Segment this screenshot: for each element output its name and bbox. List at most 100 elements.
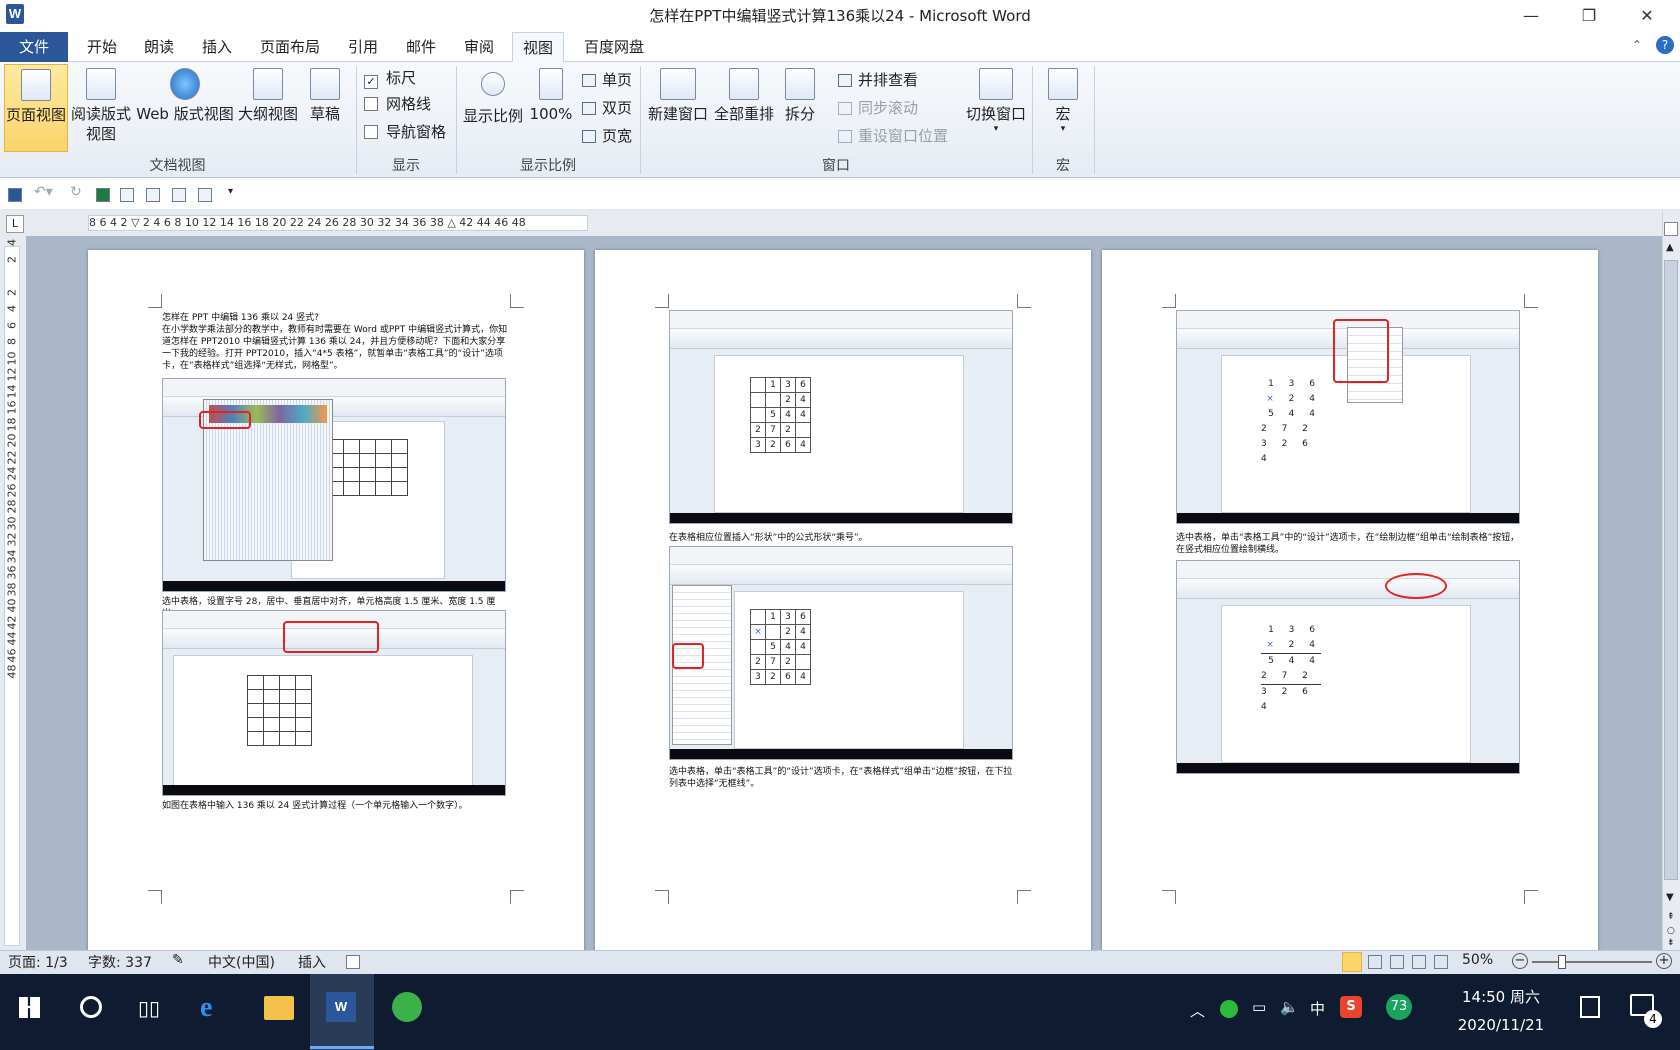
language[interactable]: 中文(中国): [208, 952, 275, 972]
draft-view-icon[interactable]: [1434, 955, 1448, 969]
cortana-icon[interactable]: [80, 996, 102, 1018]
zoom-button[interactable]: 显示比例: [460, 64, 526, 152]
360-browser-icon[interactable]: [392, 992, 422, 1022]
proofing-icon[interactable]: ✎: [172, 952, 184, 968]
tab-references[interactable]: 引用: [340, 32, 386, 62]
tray-expand-icon[interactable]: ︿: [1190, 1000, 1205, 1021]
page-1[interactable]: 怎样在 PPT 中编辑 136 乘以 24 竖式? 在小学数学乘法部分的教学中，…: [88, 250, 584, 952]
network-icon[interactable]: ▭: [1252, 998, 1266, 1016]
math-row-2: × 2 4: [1266, 394, 1321, 404]
tab-review[interactable]: 审阅: [456, 32, 502, 62]
word-app-icon[interactable]: W: [6, 4, 24, 24]
ruler-checkbox[interactable]: ✓ 标尺: [364, 68, 416, 89]
reading-layout-button[interactable]: 阅读版式 视图: [70, 64, 132, 154]
ie-browser-icon[interactable]: e: [200, 992, 212, 1024]
scroll-up-icon[interactable]: ▲: [1666, 242, 1674, 253]
outline-button[interactable]: 大纲视图: [236, 64, 300, 152]
tab-mailings[interactable]: 邮件: [398, 32, 444, 62]
customize-qat-icon[interactable]: ▾: [228, 186, 233, 197]
magnifier-icon: [481, 72, 505, 96]
new-window-icon: [660, 68, 696, 100]
page-down-icon[interactable]: [172, 188, 186, 202]
browse-object-icon[interactable]: ○: [1667, 926, 1675, 936]
insert-table-icon[interactable]: [198, 188, 212, 202]
side-by-side-button[interactable]: 并排查看: [838, 70, 918, 90]
print-preview-icon[interactable]: [120, 188, 134, 202]
reading-view-icon[interactable]: [1368, 955, 1382, 969]
slide-area: [1221, 605, 1471, 763]
page-2[interactable]: 136 24 544 272 3264 在表格相应位置插入“形状”中的公式形状“…: [595, 250, 1091, 952]
zoom-slider[interactable]: [1532, 961, 1652, 963]
tab-read-aloud[interactable]: 朗读: [136, 32, 182, 62]
split-button[interactable]: 拆分: [778, 64, 822, 152]
security-badge[interactable]: 73: [1386, 994, 1412, 1020]
zoom-100-button[interactable]: 100%: [528, 64, 574, 152]
word-taskbar-icon[interactable]: W: [326, 992, 356, 1022]
scroll-down-icon[interactable]: ▼: [1666, 892, 1674, 903]
horizontal-ruler[interactable]: 8 6 4 2 ▽ 2 4 6 8 10 12 14 16 18 20 22 2…: [88, 215, 588, 231]
tab-page-layout[interactable]: 页面布局: [252, 32, 328, 62]
next-page-icon[interactable]: ⇟: [1667, 938, 1675, 948]
help-icon[interactable]: ?: [1656, 36, 1674, 54]
macro-record-icon[interactable]: [346, 955, 360, 969]
view-ruler-icon[interactable]: [1664, 222, 1678, 236]
previous-page-icon[interactable]: ⇞: [1667, 912, 1675, 922]
page-3[interactable]: 1 3 6 × 2 4 5 4 4 2 7 2 3 2 6 4 选中表格，单击“…: [1102, 250, 1598, 952]
collapse-ribbon-icon[interactable]: ⌃: [1632, 38, 1642, 52]
new-window-button[interactable]: 新建窗口: [646, 64, 710, 152]
scrollbar-thumb[interactable]: [1664, 260, 1678, 880]
one-page-button[interactable]: 单页: [582, 70, 632, 90]
page-width-button[interactable]: 页宽: [582, 126, 632, 146]
save-icon[interactable]: [8, 188, 22, 202]
format-painter-icon[interactable]: [146, 188, 160, 202]
tray-app-icon[interactable]: [1220, 1000, 1238, 1018]
print-layout-view-icon[interactable]: [1342, 952, 1362, 972]
arrange-all-button[interactable]: 全部重排: [712, 64, 776, 152]
tab-insert[interactable]: 插入: [194, 32, 240, 62]
excel-icon[interactable]: [96, 188, 110, 202]
page-count[interactable]: 页面: 1/3: [8, 952, 68, 972]
tab-selector[interactable]: L: [6, 215, 24, 233]
outline-view-icon[interactable]: [1412, 955, 1426, 969]
taskbar-strip: [1177, 513, 1519, 523]
file-explorer-icon[interactable]: [264, 996, 294, 1020]
switch-windows-button[interactable]: 切换窗口 ▾: [962, 64, 1030, 154]
sync-scroll-button[interactable]: 同步滚动: [838, 98, 918, 118]
nav-pane-checkbox[interactable]: 导航窗格: [364, 122, 446, 142]
web-layout-button[interactable]: Web 版式视图: [134, 64, 236, 152]
split-label: 拆分: [784, 105, 815, 123]
zoom-out-icon[interactable]: −: [1512, 953, 1528, 969]
zoom-slider-thumb[interactable]: [1558, 955, 1566, 969]
tab-view[interactable]: 视图: [512, 32, 564, 63]
clock-time[interactable]: 14:50 周六: [1446, 986, 1556, 1007]
zoom-level[interactable]: 50%: [1462, 952, 1493, 968]
crop-mark: [510, 890, 524, 904]
word-count[interactable]: 字数: 337: [88, 952, 152, 972]
web-view-icon[interactable]: [1390, 955, 1404, 969]
web-layout-icon: [170, 68, 200, 100]
minimize-button[interactable]: —: [1502, 0, 1560, 32]
reset-window-position-label: 重设窗口位置: [858, 127, 949, 145]
volume-icon[interactable]: 🔈: [1280, 998, 1299, 1016]
zoom-in-icon[interactable]: +: [1656, 953, 1672, 969]
macros-button[interactable]: 宏 ▾: [1040, 64, 1086, 154]
clock-date[interactable]: 2020/11/21: [1446, 1016, 1556, 1034]
ime-indicator[interactable]: 中: [1310, 998, 1325, 1019]
draft-button[interactable]: 草稿: [302, 64, 348, 152]
two-pages-button[interactable]: 双页: [582, 98, 632, 118]
task-view-icon[interactable]: ▯▯: [138, 996, 160, 1020]
tab-baidu-netdisk[interactable]: 百度网盘: [576, 32, 652, 62]
zoom-100-icon: [539, 68, 563, 100]
sogou-input-icon[interactable]: S: [1340, 996, 1362, 1018]
insert-mode[interactable]: 插入: [298, 952, 326, 972]
gridlines-checkbox[interactable]: 网格线: [364, 94, 431, 114]
reset-window-position-button[interactable]: 重设窗口位置: [838, 126, 948, 146]
undo-icon[interactable]: ↶▾: [34, 184, 53, 200]
tab-home[interactable]: 开始: [80, 32, 124, 62]
redo-icon[interactable]: ↻: [70, 184, 82, 200]
notes-icon[interactable]: [1580, 996, 1600, 1018]
close-button[interactable]: ✕: [1618, 0, 1676, 32]
tab-file[interactable]: 文件: [0, 32, 68, 62]
print-layout-button[interactable]: 页面视图: [4, 64, 68, 152]
restore-button[interactable]: ❐: [1560, 0, 1618, 32]
